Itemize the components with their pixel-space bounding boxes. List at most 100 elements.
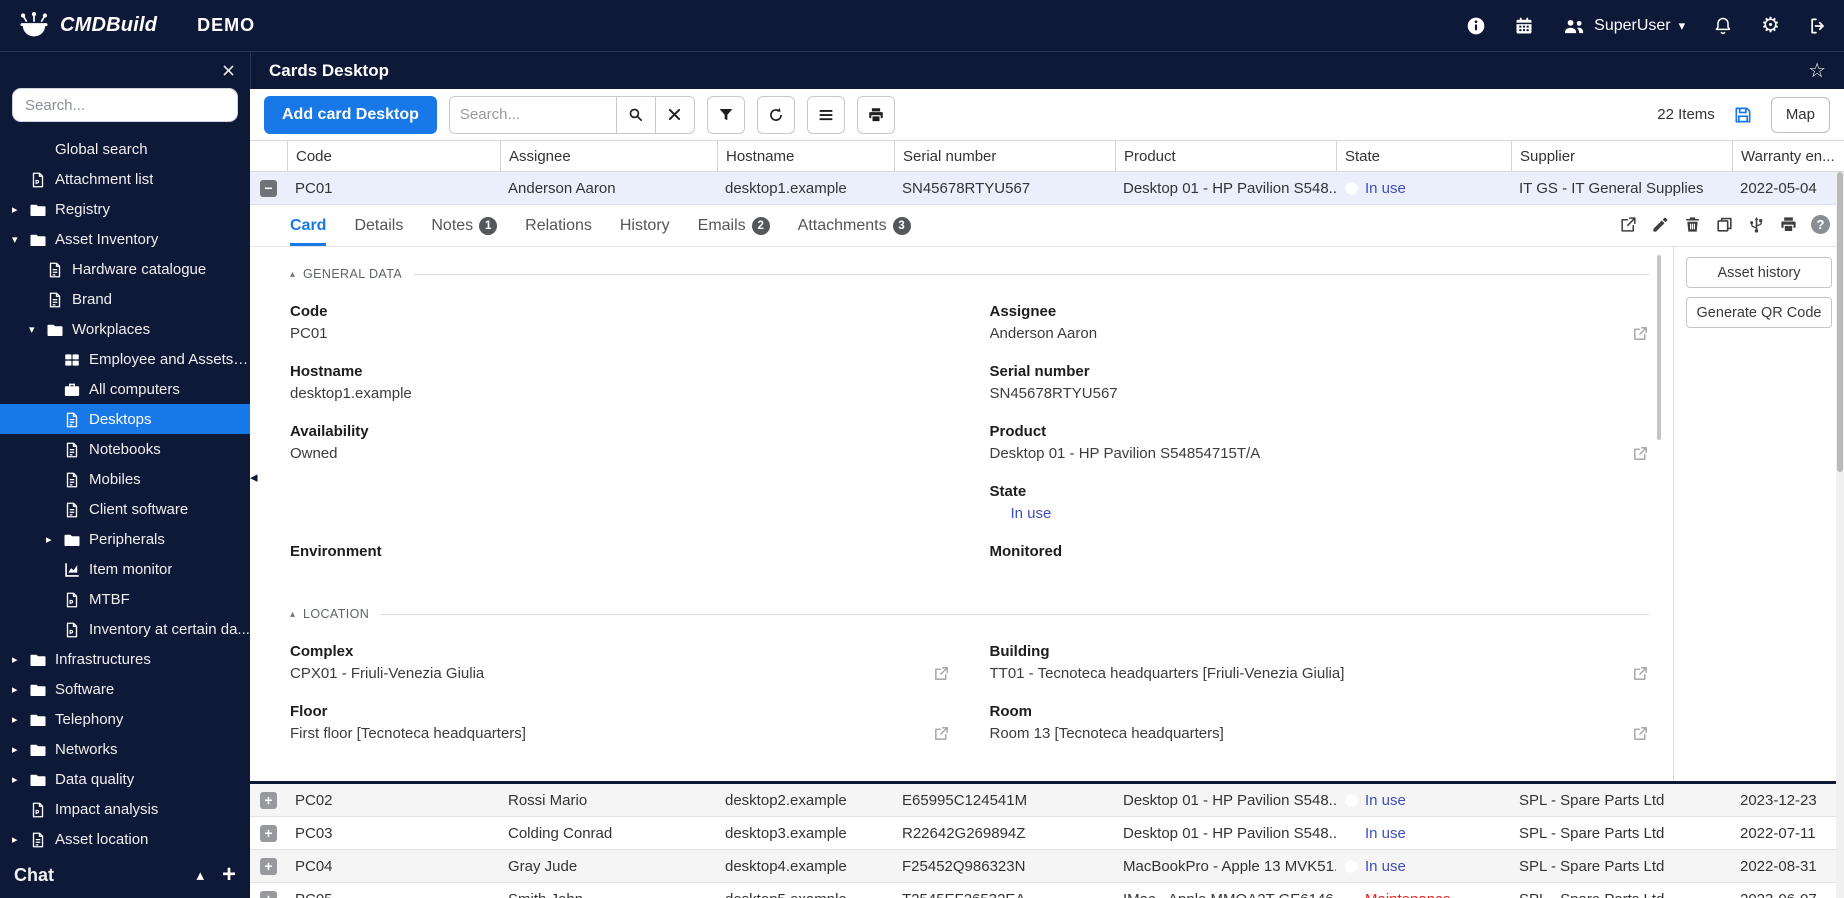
cmdbuild-logo-icon[interactable]: [16, 11, 52, 41]
user-menu[interactable]: SuperUser ▾: [1562, 16, 1685, 36]
caret-down-icon[interactable]: ▾: [29, 323, 46, 336]
caret-right-icon[interactable]: ▸: [12, 773, 29, 786]
form-scrollbar[interactable]: [1657, 255, 1661, 440]
print-icon[interactable]: [856, 95, 895, 134]
column-header-code[interactable]: Code: [287, 141, 500, 171]
save-view-icon[interactable]: [1733, 105, 1753, 125]
expand-row-toggle[interactable]: +: [260, 890, 277, 898]
settings-gear-icon[interactable]: ⚙: [1761, 15, 1780, 36]
open-reference-icon[interactable]: [1632, 665, 1649, 682]
open-reference-icon[interactable]: [933, 665, 950, 682]
refresh-icon[interactable]: [756, 95, 795, 134]
tab-details[interactable]: Details: [354, 205, 403, 246]
sidebar-item-attachment-list[interactable]: Attachment list: [0, 164, 250, 194]
expand-row-toggle[interactable]: +: [260, 857, 277, 875]
delete-card-icon[interactable]: [1683, 215, 1702, 234]
sidebar-item-peripherals[interactable]: ▸ Peripherals: [0, 524, 250, 554]
caret-down-icon[interactable]: ▾: [12, 233, 29, 246]
collapse-row-toggle[interactable]: −: [260, 179, 277, 197]
logout-icon[interactable]: [1808, 16, 1828, 36]
sidebar-search-input[interactable]: [12, 88, 238, 122]
chat-add-icon[interactable]: +: [222, 863, 236, 887]
caret-right-icon[interactable]: ▸: [46, 533, 63, 546]
search-icon[interactable]: [615, 96, 655, 133]
tab-emails[interactable]: Emails 2: [698, 205, 770, 246]
clear-search-icon[interactable]: [654, 96, 694, 133]
tab-history[interactable]: History: [620, 205, 670, 246]
table-row-pc04[interactable]: + PC04 Gray Jude desktop4.example F25452…: [250, 850, 1844, 883]
caret-right-icon[interactable]: ▸: [12, 743, 29, 756]
chat-collapse-icon[interactable]: ▴: [196, 866, 204, 884]
info-icon[interactable]: [1466, 16, 1486, 36]
calendar-icon[interactable]: [1514, 16, 1534, 36]
expand-row-toggle[interactable]: +: [260, 791, 277, 809]
column-header-serial-number[interactable]: Serial number: [894, 141, 1115, 171]
column-header-warranty-en[interactable]: Warranty en...: [1732, 141, 1844, 171]
menu-icon[interactable]: [806, 95, 845, 134]
sidebar-item-item-monitor[interactable]: Item monitor: [0, 554, 250, 584]
notifications-bell-icon[interactable]: [1713, 16, 1733, 36]
open-reference-icon[interactable]: [1632, 325, 1649, 342]
sidebar-item-notebooks[interactable]: Notebooks: [0, 434, 250, 464]
sidebar-item-telephony[interactable]: ▸ Telephony: [0, 704, 250, 734]
tab-relations[interactable]: Relations: [525, 205, 592, 246]
map-button[interactable]: Map: [1770, 96, 1830, 133]
table-row-pc03[interactable]: + PC03 Colding Conrad desktop3.example R…: [250, 817, 1844, 850]
sidebar-item-global-search[interactable]: Global search: [0, 134, 250, 164]
add-card-button[interactable]: Add card Desktop: [264, 95, 437, 134]
caret-right-icon[interactable]: ▸: [12, 653, 29, 666]
sidebar-item-mobiles[interactable]: Mobiles: [0, 464, 250, 494]
open-reference-icon[interactable]: [1632, 445, 1649, 462]
tab-card[interactable]: Card: [290, 205, 327, 246]
caret-right-icon[interactable]: ▸: [12, 833, 29, 846]
sidebar-item-brand[interactable]: Brand: [0, 284, 250, 314]
sidebar-item-workplaces[interactable]: ▾ Workplaces: [0, 314, 250, 344]
sidebar-item-asset-inventory[interactable]: ▾ Asset Inventory: [0, 224, 250, 254]
column-header-assignee[interactable]: Assignee: [500, 141, 717, 171]
sidebar-item-data-quality[interactable]: ▸ Data quality: [0, 764, 250, 794]
caret-right-icon[interactable]: ▸: [12, 713, 29, 726]
open-reference-icon[interactable]: [1632, 725, 1649, 742]
column-header-supplier[interactable]: Supplier: [1511, 141, 1732, 171]
sidebar-item-networks[interactable]: ▸ Networks: [0, 734, 250, 764]
column-header-state[interactable]: State: [1336, 141, 1511, 171]
sidebar-item-impact-analysis[interactable]: Impact analysis: [0, 794, 250, 824]
sidebar-item-asset-location[interactable]: ▸ Asset location: [0, 824, 250, 852]
tab-notes[interactable]: Notes 1: [431, 205, 498, 246]
sidebar-item-infrastructures[interactable]: ▸ Infrastructures: [0, 644, 250, 674]
open-reference-icon[interactable]: [933, 725, 950, 742]
filter-icon[interactable]: [706, 95, 745, 134]
open-card-icon[interactable]: [1619, 215, 1638, 234]
asset-history-button[interactable]: Asset history: [1686, 257, 1832, 288]
sidebar-close-icon[interactable]: [221, 63, 236, 78]
sidebar-item-mtbf[interactable]: MTBF: [0, 584, 250, 614]
column-header-product[interactable]: Product: [1115, 141, 1336, 171]
favorite-star-icon[interactable]: ☆: [1808, 58, 1826, 83]
column-header-hostname[interactable]: Hostname: [717, 141, 894, 171]
edit-card-icon[interactable]: [1651, 215, 1670, 234]
sidebar-item-software[interactable]: ▸ Software: [0, 674, 250, 704]
expand-row-toggle[interactable]: +: [260, 824, 277, 842]
caret-right-icon[interactable]: ▸: [12, 683, 29, 696]
sidebar-item-inventory-at-certain-da[interactable]: Inventory at certain da...: [0, 614, 250, 644]
sidebar-item-client-software[interactable]: Client software: [0, 494, 250, 524]
table-scrollbar[interactable]: [1836, 172, 1844, 898]
print-card-icon[interactable]: [1779, 215, 1798, 234]
sidebar-item-registry[interactable]: ▸ Registry: [0, 194, 250, 224]
sidebar-item-hardware-catalogue[interactable]: Hardware catalogue: [0, 254, 250, 284]
tab-attachments[interactable]: Attachments 3: [798, 205, 911, 246]
table-row-pc02[interactable]: + PC02 Rossi Mario desktop2.example E659…: [250, 784, 1844, 817]
table-scrollbar-thumb[interactable]: [1837, 172, 1843, 472]
sidebar-item-all-computers[interactable]: All computers: [0, 374, 250, 404]
clone-card-icon[interactable]: [1715, 215, 1734, 234]
generate-qr-code-button[interactable]: Generate QR Code: [1686, 297, 1832, 328]
table-row-pc05[interactable]: + PC05 Smith John desktop5.example T2545…: [250, 883, 1844, 898]
collapse-section-icon[interactable]: ▴: [290, 609, 295, 620]
sidebar-collapse-handle[interactable]: ◂: [250, 470, 258, 485]
help-icon[interactable]: ?: [1811, 215, 1830, 234]
collapse-section-icon[interactable]: ▴: [290, 269, 295, 280]
caret-right-icon[interactable]: ▸: [12, 203, 29, 216]
table-search-input[interactable]: [449, 96, 616, 133]
sidebar-item-employee-and-assets-i[interactable]: Employee and Assets i...: [0, 344, 250, 374]
sidebar-item-desktops[interactable]: Desktops: [0, 404, 250, 434]
